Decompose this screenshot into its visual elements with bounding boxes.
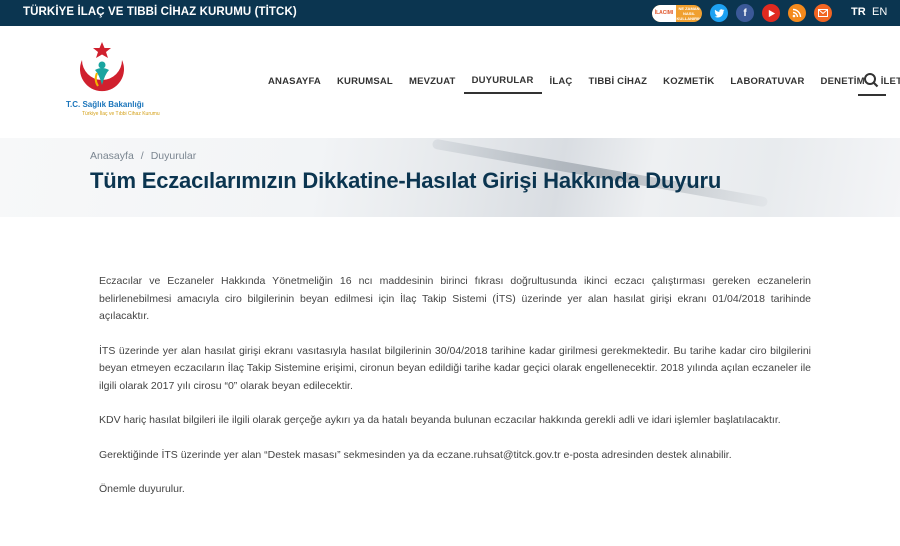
paragraph: Gerektiğinde İTS üzerinde yer alan “Dest…: [99, 448, 732, 461]
twitter-icon[interactable]: [710, 4, 728, 22]
social-links: İLACIMI NE ZAMAN NASIL KULLANIRIM f: [652, 3, 840, 23]
breadcrumb-home[interactable]: Anasayfa: [90, 150, 134, 162]
youtube-icon[interactable]: [762, 4, 780, 22]
rss-icon[interactable]: [788, 4, 806, 22]
nav-kurumsal[interactable]: KURUMSAL: [329, 71, 401, 93]
nav-ilac[interactable]: İLAÇ: [542, 71, 581, 93]
nav-anasayfa[interactable]: ANASAYFA: [260, 71, 329, 93]
paragraph: Eczacılar ve Eczaneler Hakkında Yönetmel…: [99, 275, 811, 322]
search-icon: [864, 73, 879, 88]
site-header: T.C. Sağlık Bakanlığı Türkiye İlaç ve Tı…: [0, 26, 900, 138]
nav-duyurular[interactable]: DUYURULAR: [463, 70, 542, 94]
top-bar: TÜRKİYE İLAÇ VE TIBBİ CİHAZ KURUMU (TİTC…: [0, 0, 900, 26]
logo-line1: T.C. Sağlık Bakanlığı: [66, 100, 144, 109]
page-title: Tüm Eczacılarımızın Dikkatine-Hasılat Gi…: [90, 168, 722, 193]
breadcrumb: Anasayfa / Duyurular: [90, 150, 196, 162]
lang-tr-link[interactable]: TR: [851, 6, 866, 18]
nav-kozmetik[interactable]: KOZMETİK: [655, 71, 722, 93]
breadcrumb-separator: /: [140, 150, 144, 162]
nav-tibbi-cihaz[interactable]: TIBBİ CİHAZ: [581, 71, 656, 93]
search-button[interactable]: [858, 68, 886, 96]
breadcrumb-current[interactable]: Duyurular: [151, 150, 197, 162]
facebook-icon[interactable]: f: [736, 4, 754, 22]
announcement-body: Eczacılar ve Eczaneler Hakkında Yönetmel…: [99, 273, 811, 516]
nav-mevzuat[interactable]: MEVZUAT: [401, 71, 464, 93]
ilacimi-badge[interactable]: İLACIMI NE ZAMAN NASIL KULLANIRIM: [652, 4, 702, 22]
lang-en-link[interactable]: EN: [872, 6, 887, 18]
page-banner: Anasayfa / Duyurular Tüm Eczacılarımızın D…: [0, 138, 900, 217]
nav-laboratuvar[interactable]: LABORATUVAR: [722, 71, 812, 93]
badge-left: İLACIMI: [652, 4, 676, 22]
paragraph: İTS üzerinde yer alan hasılat girişi ekr…: [99, 344, 811, 392]
paragraph: KDV hariç hasılat bilgileri ile ilgili o…: [99, 414, 781, 426]
badge-right: NE ZAMAN NASIL KULLANIRIM: [676, 5, 702, 21]
logo-line2: Türkiye İlaç ve Tıbbi Cihaz Kurumu: [82, 111, 160, 117]
mail-icon[interactable]: [814, 4, 832, 22]
main-nav: ANASAYFA KURUMSAL MEVZUAT DUYURULAR İLAÇ…: [260, 70, 900, 94]
paragraph: Önemle duyurulur.: [99, 483, 185, 495]
org-name: TÜRKİYE İLAÇ VE TIBBİ CİHAZ KURUMU (TİTC…: [23, 6, 297, 18]
